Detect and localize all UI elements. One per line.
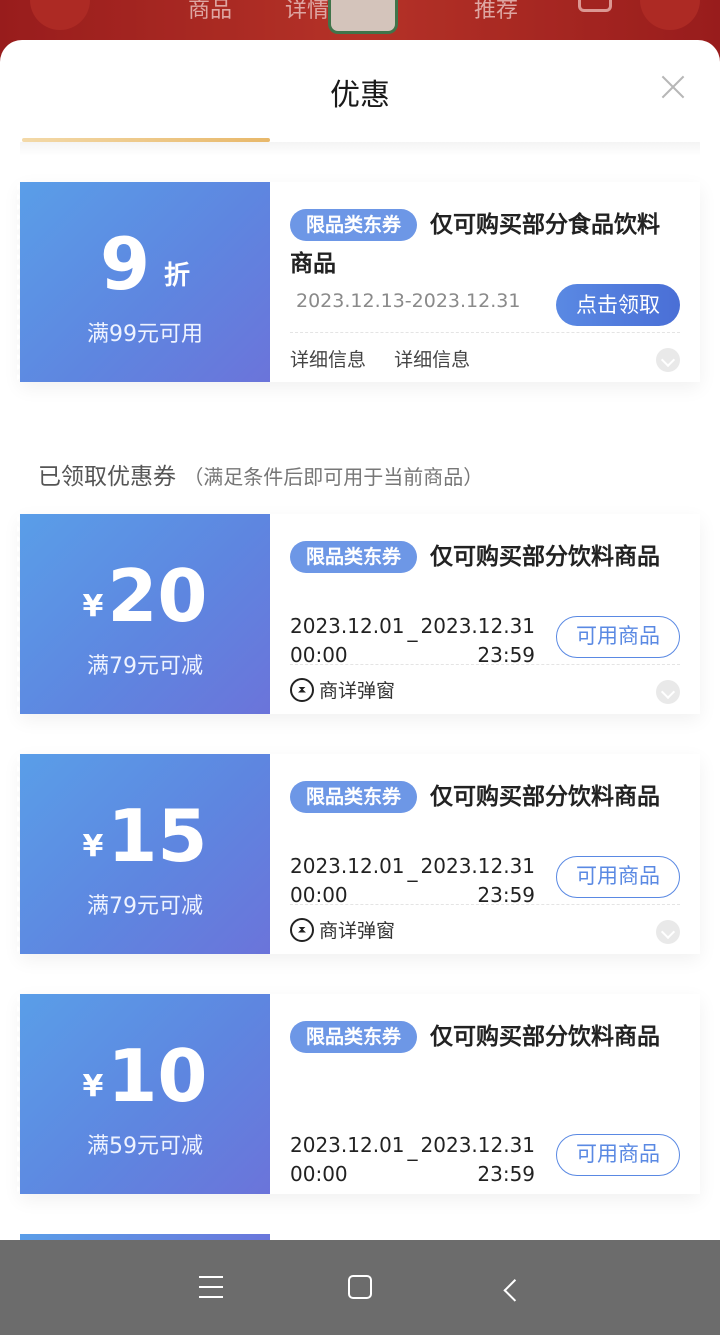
coupon-info: 仅可购买部分饮料商品 限品类东券 2023.12.01 00:00 _ 2023.12… [290, 994, 700, 1194]
popup-label: 商详弹窗 [319, 920, 396, 942]
background-circle [30, 0, 90, 30]
coupon-value-panel: ¥ 15 满79元可减 [17, 754, 270, 954]
detail-link[interactable]: 详细信息 [394, 349, 470, 371]
sheet-title: 优惠 [330, 78, 390, 113]
currency-symbol: ¥ [82, 1069, 104, 1104]
coupon-details: 详细信息 详细信息 [290, 345, 492, 372]
date-separator: _ [407, 1137, 418, 1161]
tab-divider [20, 142, 700, 156]
end-date: 2023.12.31 [420, 614, 536, 638]
start-date: 2023.12.01 [290, 614, 405, 638]
coupon-value: 10 [107, 1034, 208, 1118]
coupon-date-range: 2023.12.13-2023.12.31 [296, 290, 521, 312]
background-tab: 详情 [285, 0, 330, 23]
coupon-tag: 限品类东券 [290, 1021, 418, 1053]
coupon-card: ¥ 20 满79元可减 仅可购买部分饮料商品 限品类东券 2023.12.01 0… [17, 514, 700, 714]
divider [290, 664, 680, 665]
coupon-validity: 2023.12.01 00:00 _ 2023.12.31 23:59 [290, 612, 535, 670]
start-time: 00:00 [290, 643, 348, 667]
hourglass-icon [290, 917, 314, 942]
coupon-unit: 折 [164, 261, 191, 291]
coupon-card: ¥ 15 满79元可减 仅可购买部分饮料商品 限品类东券 2023.12.01 0… [17, 754, 700, 954]
coupon-tag: 限品类东券 [290, 541, 418, 573]
claim-button[interactable]: 点击领取 [556, 284, 680, 326]
close-icon[interactable] [660, 74, 686, 100]
start-time: 00:00 [290, 1162, 348, 1186]
coupon-card: 9 折 满99元可用 仅可购买部分食品饮料商品 限品类东券 2023.12.13… [17, 182, 700, 382]
start-date: 2023.12.01 [290, 1133, 405, 1157]
start-time: 00:00 [290, 883, 348, 907]
chevron-down-icon[interactable] [656, 348, 680, 372]
popup-link[interactable]: 商详弹窗 [290, 676, 395, 703]
end-date: 2023.12.31 [420, 854, 536, 878]
background-icon [578, 0, 612, 12]
coupon-validity: 2023.12.01 00:00 _ 2023.12.31 23:59 [290, 852, 535, 910]
background-badge [328, 0, 398, 34]
end-date: 2023.12.31 [420, 1133, 536, 1157]
currency-symbol: ¥ [82, 829, 104, 864]
coupon-tag: 限品类东券 [290, 209, 418, 241]
coupon-validity: 2023.12.01 00:00 _ 2023.12.31 23:59 [290, 1131, 535, 1189]
end-time: 23:59 [477, 883, 536, 907]
coupon-info: 仅可购买部分食品饮料商品 限品类东券 2023.12.13-2023.12.31… [290, 182, 700, 382]
coupon-value-panel: 9 折 满99元可用 [17, 182, 270, 382]
currency-symbol: ¥ [82, 589, 104, 624]
popup-label: 商详弹窗 [319, 680, 396, 702]
coupon-value: 9 [99, 222, 151, 306]
end-time: 23:59 [477, 1162, 536, 1186]
chevron-down-icon[interactable] [656, 920, 680, 944]
coupon-threshold: 满59元可减 [87, 1134, 203, 1159]
menu-icon[interactable] [199, 1276, 223, 1298]
date-separator: _ [407, 618, 418, 642]
home-icon[interactable] [348, 1275, 372, 1299]
detail-link[interactable]: 详细信息 [290, 349, 366, 371]
background-circle [640, 0, 700, 30]
hourglass-icon [290, 677, 314, 702]
sheet-header: 优惠 [0, 40, 720, 140]
available-products-button[interactable]: 可用商品 [556, 1134, 680, 1176]
back-icon[interactable] [503, 1279, 527, 1302]
popup-link[interactable]: 商详弹窗 [290, 916, 395, 943]
coupon-threshold: 满79元可减 [87, 654, 203, 679]
end-time: 23:59 [477, 643, 536, 667]
coupon-tag: 限品类东券 [290, 781, 418, 813]
coupon-value-panel: ¥ 10 满59元可减 [17, 994, 270, 1194]
section-title-text: 已领取优惠券 [38, 464, 176, 490]
start-date: 2023.12.01 [290, 854, 405, 878]
coupon-info: 仅可购买部分饮料商品 限品类东券 2023.12.01 00:00 _ 2023.12… [290, 514, 700, 714]
coupon-info: 仅可购买部分饮料商品 限品类东券 2023.12.01 00:00 _ 2023.12… [290, 754, 700, 954]
date-separator: _ [407, 858, 418, 882]
coupon-sheet: 优惠 9 折 满99元可用 仅可购买部分食品饮料商品 限品类东券 2023.12… [0, 40, 720, 1240]
divider [290, 332, 680, 333]
chevron-down-icon[interactable] [656, 680, 680, 704]
coupon-threshold: 满99元可用 [87, 322, 203, 347]
available-products-button[interactable]: 可用商品 [556, 616, 680, 658]
background-tab: 商品 [188, 0, 233, 23]
divider [290, 904, 680, 905]
coupon-threshold: 满79元可减 [87, 894, 203, 919]
section-title: 已领取优惠券 （满足条件后即可用于当前商品） [38, 457, 483, 491]
system-navbar [0, 1240, 720, 1335]
available-products-button[interactable]: 可用商品 [556, 856, 680, 898]
coupon-card: ¥ 10 满59元可减 仅可购买部分饮料商品 限品类东券 2023.12.01 0… [17, 994, 700, 1194]
coupon-value: 15 [107, 794, 208, 878]
section-subtitle: （满足条件后即可用于当前商品） [183, 465, 484, 489]
coupon-value-panel: ¥ 20 满79元可减 [17, 514, 270, 714]
background-tab: 推荐 [474, 0, 519, 23]
coupon-value: 20 [107, 554, 208, 638]
